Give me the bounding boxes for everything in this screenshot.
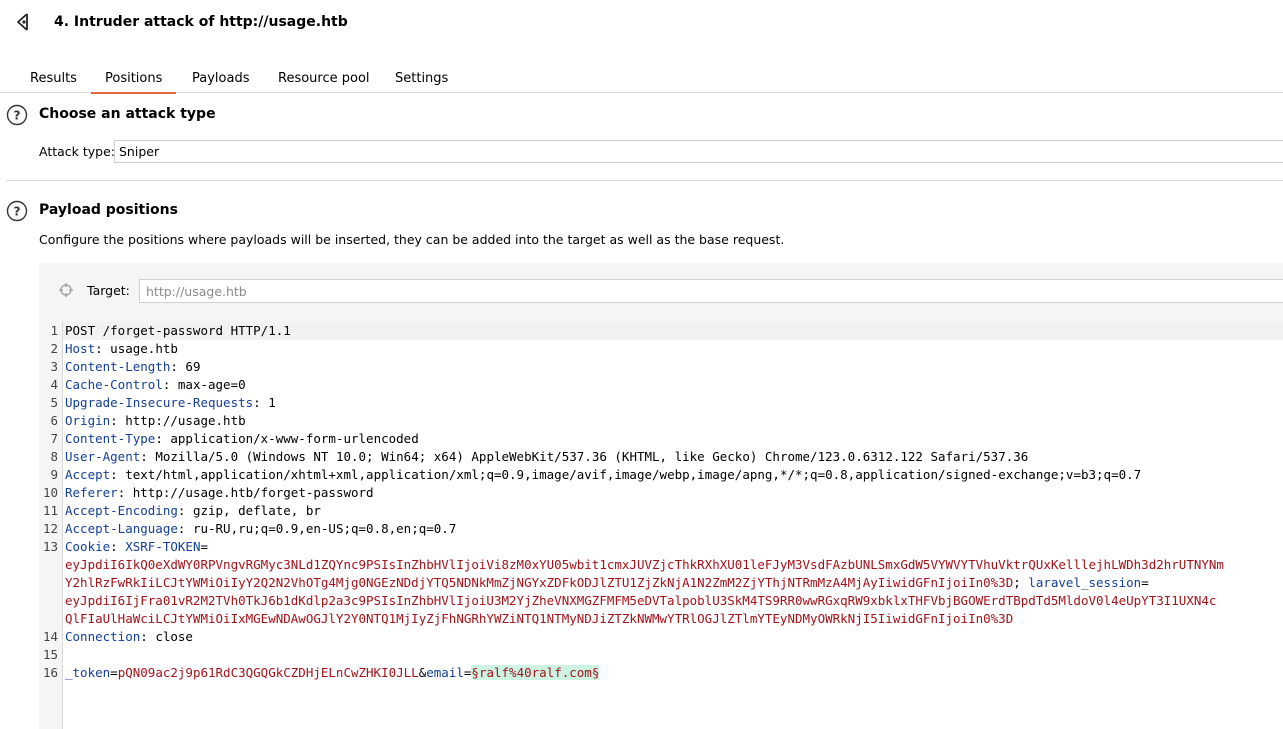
line-number: 11 [42, 503, 58, 518]
attack-type-heading: Choose an attack type [39, 106, 216, 122]
header-value: text/html,application/xhtml+xml,applicat… [125, 467, 1142, 482]
payload-positions-heading: Payload positions [39, 202, 178, 218]
header-value: http://usage.htb/forget-password [132, 485, 374, 500]
line-number: 16 [42, 665, 58, 680]
header-line: Connection: close [65, 629, 193, 644]
cookie-line: Cookie: XSRF-TOKEN= [65, 539, 209, 554]
svg-text:?: ? [14, 109, 21, 123]
line-number: 15 [42, 647, 58, 662]
header-line: Origin: http://usage.htb [65, 413, 246, 428]
tab-results[interactable]: Results [30, 71, 77, 93]
header-line: Referer: http://usage.htb/forget-passwor… [65, 485, 374, 500]
tab-bar: Results Positions Payloads Resource pool… [0, 60, 1283, 94]
body-line: _token=pQN09ac2j9p61RdC3QGQGkCZDHjELnCwZ… [65, 665, 600, 680]
xsrf-token-value: Y2hlRzFwRkIiLCJtYWMiOiIyY2Q2N2VhOTg4Mjg0… [65, 575, 1014, 590]
target-input[interactable]: http://usage.htb [139, 279, 1283, 303]
header-value: max-age=0 [177, 377, 246, 392]
header-name: Content-Length [65, 359, 171, 374]
crosshair-icon [59, 283, 73, 297]
svg-text:?: ? [14, 205, 21, 219]
tab-resource-pool[interactable]: Resource pool [278, 71, 370, 93]
header-line: Accept: text/html,application/xhtml+xml,… [65, 467, 1142, 482]
line-number: 10 [42, 485, 58, 500]
tab-positions[interactable]: Positions [90, 71, 177, 94]
header-name: Cache-Control [65, 377, 163, 392]
header-name: Accept [65, 467, 111, 482]
header-line: Accept-Encoding: gzip, deflate, br [65, 503, 321, 518]
line-number: 9 [50, 467, 58, 482]
header-name: Referer [65, 485, 118, 500]
line-number: 6 [50, 413, 58, 428]
header-value: http://usage.htb [125, 413, 246, 428]
header-line: Accept-Language: ru-RU,ru;q=0.9,en-US;q=… [65, 521, 457, 536]
header-name: Accept-Encoding [65, 503, 178, 518]
line-number: 2 [50, 341, 58, 356]
cookie-header-name: Cookie [65, 539, 111, 554]
line-number: 7 [50, 431, 58, 446]
header-value: gzip, deflate, br [192, 503, 321, 518]
laravel-session-value: QlFIaUlHaWciLCJtYWMiOiIxMGEwNDAwOGJlY2Y0… [65, 611, 1014, 626]
header-line: Content-Type: application/x-www-form-url… [65, 431, 419, 446]
request-editor[interactable]: POST /forget-password HTTP/1.1 Host: usa… [63, 322, 1283, 729]
back-arrow-icon[interactable] [14, 11, 36, 33]
header-value: Mozilla/5.0 (Windows NT 10.0; Win64; x64… [155, 449, 1029, 464]
line-number: 8 [50, 449, 58, 464]
target-label: Target: [87, 283, 130, 298]
header-name: Upgrade-Insecure-Requests [65, 395, 254, 410]
token-param-name: _token [65, 665, 111, 680]
header-name: Origin [65, 413, 111, 428]
header-name: Connection [65, 629, 141, 644]
top-bar: 4. Intruder attack of http://usage.htb [0, 0, 1283, 46]
header-value: 69 [185, 359, 201, 374]
help-icon[interactable]: ? [6, 104, 28, 126]
token-param-value: pQN09ac2j9p61RdC3QGQGkCZDHjELnCwZHKI0JLL [117, 665, 419, 680]
attack-type-label: Attack type: [39, 144, 116, 159]
line-number: 1 [50, 323, 58, 338]
section-divider [6, 180, 1283, 181]
header-name: Host [65, 341, 96, 356]
tab-payloads[interactable]: Payloads [192, 71, 249, 93]
laravel-session-name: laravel_session [1028, 575, 1142, 590]
email-param-name: email [426, 665, 464, 680]
header-line: Host: usage.htb [65, 341, 178, 356]
header-line: Upgrade-Insecure-Requests: 1 [65, 395, 276, 410]
tab-settings[interactable]: Settings [395, 71, 448, 93]
header-line: Content-Length: 69 [65, 359, 201, 374]
header-value: ru-RU,ru;q=0.9,en-US;q=0.8,en;q=0.7 [192, 521, 457, 536]
header-name: Content-Type [65, 431, 156, 446]
line-number-gutter: 1 2 3 4 5 6 7 8 9 10 11 12 13 14 15 16 [39, 322, 63, 729]
line-number: 4 [50, 377, 58, 392]
line-number: 14 [42, 629, 58, 644]
header-line: User-Agent: Mozilla/5.0 (Windows NT 10.0… [65, 449, 1029, 464]
help-icon[interactable]: ? [6, 200, 28, 222]
laravel-session-value: eyJpdiI6IjFra01vR2M2TVh0TkJ6b1dKdlp2a3c9… [65, 593, 1217, 608]
header-value: close [155, 629, 193, 644]
payload-position-marker[interactable]: §ralf%40ralf.com§ [471, 665, 600, 680]
xsrf-token-name: XSRF-TOKEN [125, 539, 201, 554]
header-value: 1 [268, 395, 276, 410]
cookie-line: Y2hlRzFwRkIiLCJtYWMiOiIyY2Q2N2VhOTg4Mjg0… [65, 575, 1149, 590]
header-line: Cache-Control: max-age=0 [65, 377, 246, 392]
request-line: POST /forget-password HTTP/1.1 [63, 322, 1283, 340]
line-number: 13 [42, 539, 58, 554]
line-number: 3 [50, 359, 58, 374]
header-value: application/x-www-form-urlencoded [170, 431, 419, 446]
header-name: User-Agent [65, 449, 141, 464]
line-number: 12 [42, 521, 58, 536]
header-name: Accept-Language [65, 521, 178, 536]
attack-type-select[interactable]: Sniper [114, 140, 1283, 163]
line-number: 5 [50, 395, 58, 410]
payload-positions-description: Configure the positions where payloads w… [39, 232, 785, 247]
window-title: 4. Intruder attack of http://usage.htb [54, 14, 348, 30]
header-value: usage.htb [110, 341, 178, 356]
xsrf-token-value: eyJpdiI6IkQ0eXdWY0RPVngvRGMyc3NLd1ZQYnc9… [65, 557, 1224, 572]
